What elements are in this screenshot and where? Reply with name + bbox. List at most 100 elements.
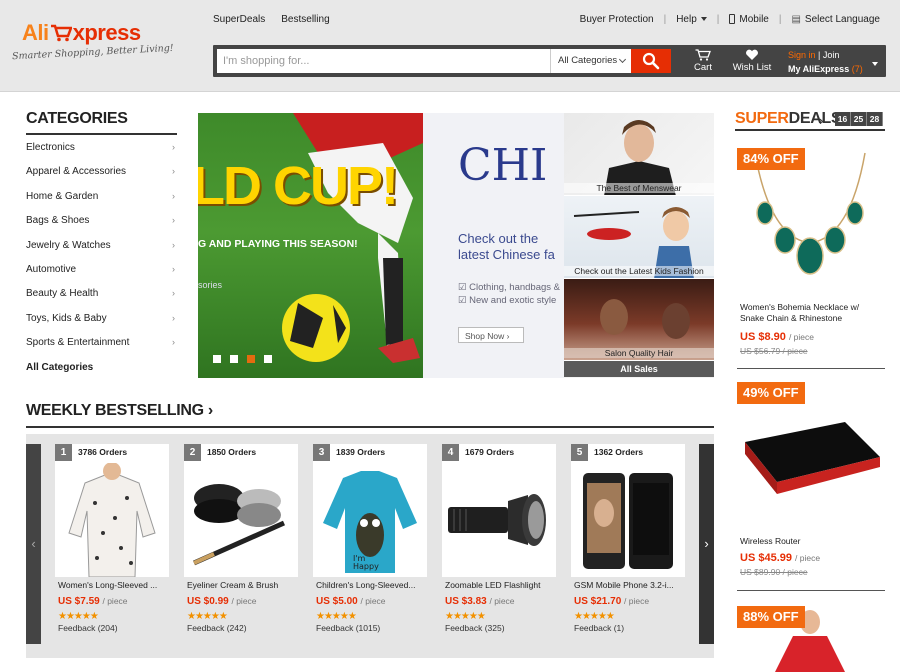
chevron-right-icon: ›: [172, 142, 175, 152]
category-automotive[interactable]: Automotive ›: [26, 257, 177, 281]
chinese-style-bullets: ☑ Clothing, handbags & ☑ New and exotic …: [458, 282, 560, 306]
product-price: US $7.59 / piece: [58, 596, 178, 607]
promo-kids-fashion[interactable]: Check out the Latest Kids Fashion: [564, 196, 714, 279]
superdeals-sidebar: SUPERDEALS › 16 25 28 84% OFF Women's Bo…: [735, 110, 885, 672]
nav-language-label: Select Language: [804, 14, 880, 25]
carousel-dot[interactable]: [264, 355, 272, 363]
deal-name[interactable]: Wireless Router: [740, 536, 880, 547]
product-name[interactable]: Zoomable LED Flashlight: [445, 580, 557, 590]
shop-now-button[interactable]: Shop Now ›: [458, 327, 524, 343]
deal-card[interactable]: 49% OFF Wireless Router US $45.99 / piec…: [735, 382, 885, 597]
nav-mobile[interactable]: Mobile: [729, 14, 769, 25]
promo-salon-hair[interactable]: Salon Quality Hair: [564, 279, 714, 361]
deal-card[interactable]: 88% OFF: [735, 606, 885, 672]
all-sales-button[interactable]: All Sales: [564, 361, 714, 377]
product-info: Children's Long-Sleeved... US $5.00 / pi…: [316, 580, 436, 633]
promo-label: Salon Quality Hair: [564, 348, 714, 358]
logo-cart-icon: [50, 24, 72, 42]
feedback-count[interactable]: Feedback (1): [574, 623, 694, 633]
category-beauty-health[interactable]: Beauty & Health ›: [26, 281, 177, 305]
discount-badge: 84% OFF: [737, 148, 805, 170]
carousel-dot[interactable]: [230, 355, 238, 363]
feedback-count[interactable]: Feedback (325): [445, 623, 565, 633]
aliexpress-logo[interactable]: Ali xpress Smarter Shopping, Better Livi…: [12, 20, 174, 72]
deal-original-price: US $56.79 / piece: [740, 346, 808, 356]
worldcup-headline: LD CUP!: [198, 156, 399, 216]
feedback-count[interactable]: Feedback (1015): [316, 623, 436, 633]
category-select[interactable]: All Categories: [550, 49, 631, 73]
nav-divider: |: [663, 14, 667, 25]
search-input[interactable]: [217, 49, 554, 73]
worldcup-subheadline: G AND PLAYING THIS SEASON!: [198, 238, 358, 250]
category-home-garden[interactable]: Home & Garden ›: [26, 184, 177, 208]
carousel-dot-active[interactable]: [247, 355, 255, 363]
feedback-count[interactable]: Feedback (242): [187, 623, 307, 633]
category-all[interactable]: All Categories: [26, 355, 177, 379]
cart-icon: [695, 49, 711, 61]
nav-buyer-protection[interactable]: Buyer Protection: [580, 14, 654, 25]
nav-select-language[interactable]: ▤ Select Language: [791, 14, 880, 25]
category-electronics[interactable]: Electronics ›: [26, 135, 177, 159]
product-card[interactable]: 3 1839 Orders I'm Happy: [313, 444, 427, 577]
product-card[interactable]: 5 1362 Orders: [571, 444, 685, 577]
price-value: US $5.00: [316, 596, 358, 607]
join-link[interactable]: Join: [823, 50, 840, 60]
chevron-right-icon: ›: [819, 113, 824, 128]
slide-world-cup[interactable]: LD CUP! G AND PLAYING THIS SEASON! sorie…: [198, 113, 423, 378]
wishlist-button[interactable]: Wish List: [729, 47, 775, 75]
chevron-down-icon: [700, 17, 707, 22]
categories-sidebar: CATEGORIES Electronics › Apparel & Access…: [26, 110, 177, 379]
chinese-sub-line: Check out the: [458, 231, 539, 246]
feedback-count[interactable]: Feedback (204): [58, 623, 178, 633]
rating-stars: ★★★★★: [574, 611, 615, 622]
superdeals-title[interactable]: SUPERDEALS: [735, 110, 842, 128]
nav-superdeals[interactable]: SuperDeals: [213, 14, 265, 25]
nav-bestselling[interactable]: Bestselling: [281, 14, 329, 25]
product-name[interactable]: GSM Mobile Phone 3.2-i...: [574, 580, 686, 590]
carousel-prev-button[interactable]: ‹: [26, 444, 41, 644]
timer-minutes: 25: [851, 112, 867, 126]
shop-now-label: Shop Now: [465, 331, 505, 341]
svg-text:Happy: Happy: [353, 562, 379, 571]
product-name[interactable]: Women's Long-Sleeved ...: [58, 580, 170, 590]
cart-button[interactable]: Cart: [683, 47, 723, 75]
category-sports-entertainment[interactable]: Sports & Entertainment ›: [26, 330, 177, 354]
carousel-next-button[interactable]: ›: [699, 444, 714, 644]
deal-name[interactable]: Women's Bohemia Necklace w/ Snake Chain …: [740, 302, 880, 324]
product-name[interactable]: Eyeliner Cream & Brush: [187, 580, 299, 590]
sign-in-link[interactable]: Sign in: [788, 50, 816, 60]
product-card[interactable]: 2 1850 Orders: [184, 444, 298, 577]
product-name[interactable]: Children's Long-Sleeved...: [316, 580, 428, 590]
nav-help[interactable]: Help: [676, 14, 707, 25]
rating-stars: ★★★★★: [58, 611, 99, 622]
search-button[interactable]: [631, 49, 671, 73]
category-label: Home & Garden: [26, 190, 99, 202]
promo-menswear[interactable]: The Best of Menswear: [564, 113, 714, 196]
nav-help-label: Help: [676, 14, 697, 25]
category-label: Apparel & Accessories: [26, 166, 127, 178]
category-toys-kids-baby[interactable]: Toys, Kids & Baby ›: [26, 306, 177, 330]
account-menu[interactable]: Sign in | Join My AliExpress (7): [788, 48, 888, 76]
chevron-right-icon: ›: [172, 239, 175, 250]
chevron-left-icon: ‹: [31, 536, 36, 551]
my-aliexpress-link[interactable]: My AliExpress: [788, 64, 849, 74]
product-card[interactable]: 1 3786 Orders: [55, 444, 169, 577]
weekly-title-text: WEEKLY BESTSELLING: [26, 402, 204, 419]
chinese-bullet: Clothing, handbags &: [469, 282, 560, 293]
category-apparel[interactable]: Apparel & Accessories ›: [26, 159, 177, 183]
category-bags-shoes[interactable]: Bags & Shoes ›: [26, 208, 177, 232]
product-image-eyeliner: [192, 484, 286, 566]
category-jewelry-watches[interactable]: Jewelry & Watches ›: [26, 233, 177, 257]
product-image-phone: [583, 473, 673, 569]
deal-card[interactable]: 84% OFF Women's Bohemia Necklace w/ Snak…: [735, 148, 885, 378]
carousel-dot[interactable]: [213, 355, 221, 363]
chevron-down-icon: [618, 55, 627, 64]
price-value: US $21.70: [574, 596, 622, 607]
price-unit: / piece: [102, 596, 128, 606]
wishlist-label: Wish List: [732, 62, 772, 73]
weekly-bestselling-title[interactable]: WEEKLY BESTSELLING ›: [26, 402, 714, 428]
rating-stars: ★★★★★: [316, 611, 357, 622]
rank-badge: 4: [442, 444, 459, 461]
product-card[interactable]: 4 1679 Orders: [442, 444, 556, 577]
slide-chinese-style[interactable]: CHI STYL Check out the latest Chinese fa…: [423, 113, 564, 378]
